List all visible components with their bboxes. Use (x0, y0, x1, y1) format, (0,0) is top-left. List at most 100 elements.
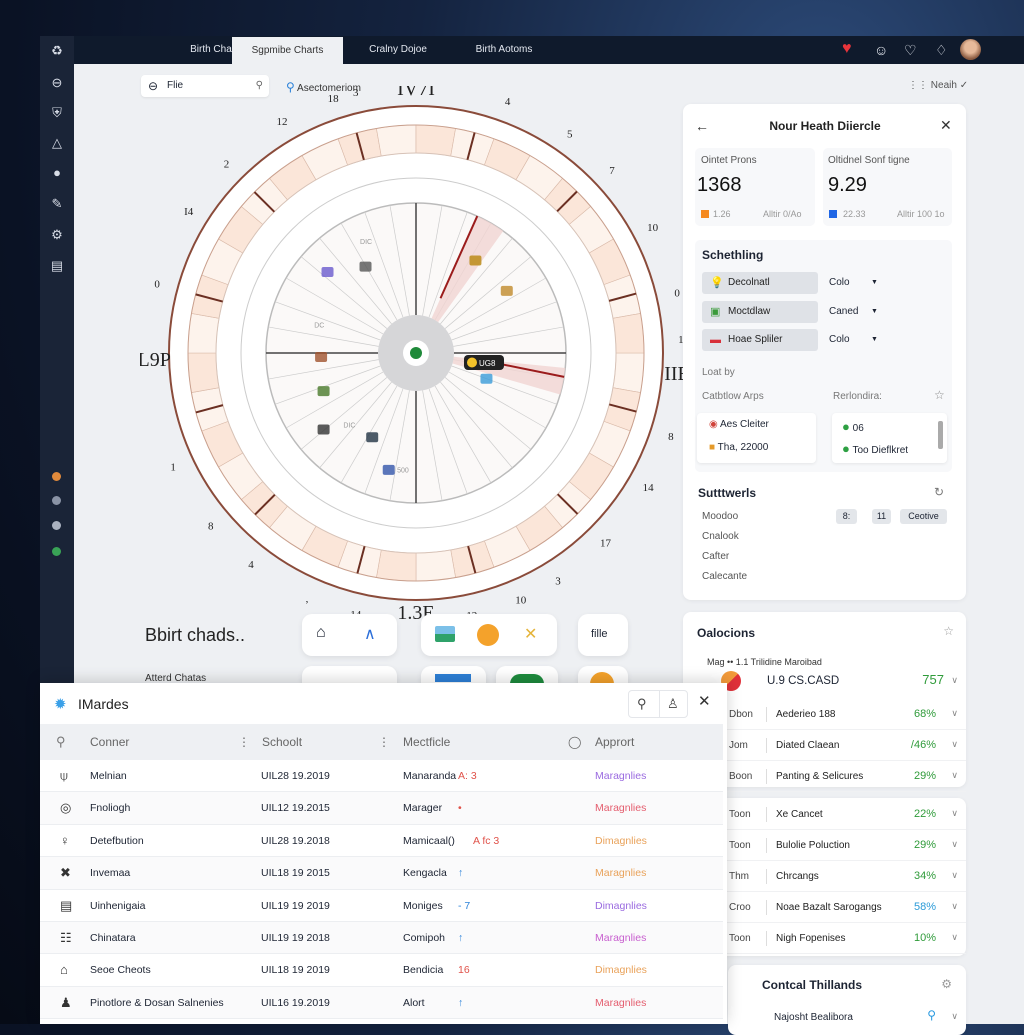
refresh-icon[interactable]: ↻ (934, 485, 944, 499)
close-icon[interactable]: ✕ (698, 692, 711, 710)
minus-circle-icon[interactable]: ⊖ (40, 75, 74, 91)
settings-icon[interactable]: ⚙ (941, 977, 952, 991)
row-approval[interactable]: Dimagnlies (595, 825, 647, 857)
birth-chart-wheel[interactable]: UG8IV7I345710018IIE81417310121.3E14,481L… (140, 86, 700, 646)
continue-button[interactable]: Ceotive (900, 509, 947, 524)
item-label: Too Dieflkret (852, 445, 909, 456)
compass-icon[interactable]: ∧ (364, 624, 376, 644)
setting-decolnatl[interactable]: 💡 Decolnatl (702, 272, 818, 294)
chevron-down-icon[interactable]: ∨ (951, 808, 958, 819)
chevron-down-icon[interactable]: ∨ (951, 675, 958, 686)
chevron-down-icon[interactable]: ∨ (951, 1011, 958, 1022)
chevron-down-icon[interactable]: ∨ (951, 708, 958, 719)
calendar-icon[interactable] (435, 626, 455, 642)
globe-icon: ✹ (54, 696, 67, 713)
image-icon: ▣ (710, 306, 721, 318)
file-button[interactable]: fille (578, 614, 628, 656)
row-approval[interactable]: Maragnlies (595, 987, 646, 1019)
column-header[interactable]: Mectficle (403, 724, 450, 760)
chevron-down-icon[interactable]: ∨ (951, 870, 958, 881)
heart-icon[interactable]: ♥ (842, 40, 852, 58)
setting-hoae-spliler[interactable]: ▬ Hoae Spliler (702, 329, 818, 351)
contcal-item[interactable]: Najosht Bealibora (774, 1012, 853, 1023)
list-item[interactable]: ■ Tha, 22000 (709, 442, 768, 453)
table-row[interactable]: ⍦ Melnian UIL28 19.2019 Manaranda A: 3 Maragn… (40, 760, 723, 793)
status-dot-light[interactable] (52, 521, 61, 530)
table-row[interactable]: ♀ Detefbution UIL28 19.2018 Mamicaal() A fc … (40, 825, 723, 858)
status-dot-orange[interactable] (52, 472, 61, 481)
stat-card: Oltidnel Sonf tigne 9.29 22.33 Alltir 10… (823, 148, 952, 226)
triangle-icon[interactable]: △ (40, 135, 74, 151)
tab-birth-atoms[interactable]: Birth Aotoms (449, 36, 559, 64)
sun-icon[interactable] (477, 624, 499, 646)
row-approval[interactable]: Maragnlies (595, 857, 646, 889)
row-approval[interactable]: Dimagnlies (595, 890, 647, 922)
row-metric: Mamicaal() (403, 834, 455, 847)
user-icon[interactable]: ♙ (667, 696, 679, 712)
divider (766, 738, 767, 753)
setting-value-select[interactable]: Colo ▼ (829, 334, 878, 345)
star-icon[interactable]: ☆ (934, 388, 945, 402)
gauge-icon[interactable]: ☺ (874, 42, 888, 58)
table-row[interactable]: ▤ Uinhenigaia UIL19 19 2019 Moniges - 7 Dimag… (40, 890, 723, 922)
close-icon[interactable]: ✕ (940, 117, 952, 134)
chevron-down-icon[interactable]: ∨ (951, 839, 958, 850)
list-icon[interactable]: ▤ (40, 258, 74, 274)
row-name: Chrcangs (776, 871, 819, 882)
sort-dropdown[interactable]: ⋮⋮ Neaih ✓ (908, 80, 968, 91)
search-icon[interactable]: ⚲ (56, 724, 66, 760)
column-header[interactable]: Conner (90, 724, 129, 760)
table-row[interactable]: ☷ Chinatara UIL19 19 2018 Comipoh ↑ Maragnlie… (40, 922, 723, 955)
software-row[interactable]: Moodoo (702, 511, 738, 522)
tab-daily[interactable]: Cralny Dojoe (343, 36, 453, 64)
row-approval[interactable]: Maragnlies (595, 922, 646, 954)
chevron-down-icon[interactable]: ∨ (951, 932, 958, 943)
option-button[interactable]: 11 (872, 509, 891, 524)
star-icon[interactable]: ☆ (943, 624, 954, 638)
option-button[interactable]: 8: (836, 509, 857, 524)
logo-icon[interactable]: ♻ (40, 43, 74, 59)
status-dot-gray[interactable] (52, 496, 61, 505)
row-approval[interactable]: Dimagnlies (595, 954, 647, 986)
table-row[interactable]: ♟ Pinotlore & Dosan Salnenies UIL16 19.201… (40, 986, 723, 1020)
heart-outline-icon[interactable]: ♡ (904, 42, 917, 59)
row-icon: ⍦ (60, 768, 68, 783)
row-approval[interactable]: Maragnlies (595, 792, 646, 824)
row-percent: 29% (913, 839, 936, 851)
list-item[interactable]: ● 06 (842, 419, 864, 434)
column-header[interactable]: Apprort (595, 724, 634, 760)
column-menu-icon[interactable]: ⋮ (238, 724, 250, 760)
table-row[interactable]: ◎ Fnoliogh UIL12 19.2015 Marager • Maragnlies (40, 792, 723, 825)
list-item[interactable]: ◉ Aes Cleiter (709, 419, 769, 430)
home-icon[interactable]: ⌂ (316, 624, 326, 642)
status-dot-green[interactable] (52, 547, 61, 556)
pen-icon[interactable]: ✎ (40, 196, 74, 212)
list-item[interactable]: ● Too Dieflkret (842, 441, 908, 456)
bell-icon[interactable]: ♢ (935, 42, 948, 59)
row-approval[interactable]: Maragnlies (595, 760, 646, 792)
gear-icon[interactable]: ⚙ (40, 227, 74, 243)
scrollbar[interactable] (938, 421, 943, 449)
setting-value-select[interactable]: Colo ▼ (829, 277, 878, 288)
setting-moctdlaw[interactable]: ▣ Moctdlaw (702, 301, 818, 323)
software-row[interactable]: Calecante (702, 571, 747, 582)
chevron-down-icon[interactable]: ∨ (951, 739, 958, 750)
tools-icon[interactable]: ✕ (524, 624, 537, 644)
wheel-label: 4 (248, 559, 254, 571)
table-row[interactable]: ⌂ Seoe Cheots UIL18 19 2019 Bendicia 16 Dimag… (40, 954, 723, 987)
search-icon[interactable]: ⚲ (637, 696, 647, 712)
wheel-label: 3 (555, 575, 561, 587)
setting-value-select[interactable]: Caned ▼ (829, 306, 878, 317)
software-row[interactable]: Cafter (702, 551, 729, 562)
column-menu-icon[interactable]: ⋮ (378, 724, 390, 760)
software-row[interactable]: Cnalook (702, 531, 739, 542)
column-header[interactable]: Schoolt (262, 724, 302, 760)
chevron-down-icon[interactable]: ∨ (951, 770, 958, 781)
shield-icon[interactable]: ⛨ (40, 105, 74, 121)
chevron-down-icon[interactable]: ∨ (951, 901, 958, 912)
bar-icon[interactable] (435, 674, 471, 682)
table-row[interactable]: ✖ Invemaa UIL18 19 2015 Kengacla ↑ Maragnlies (40, 857, 723, 890)
avatar[interactable] (960, 39, 981, 60)
user-icon[interactable]: ● (40, 165, 74, 180)
tab-synastry-charts[interactable]: Sgpmibe Charts (232, 37, 343, 65)
